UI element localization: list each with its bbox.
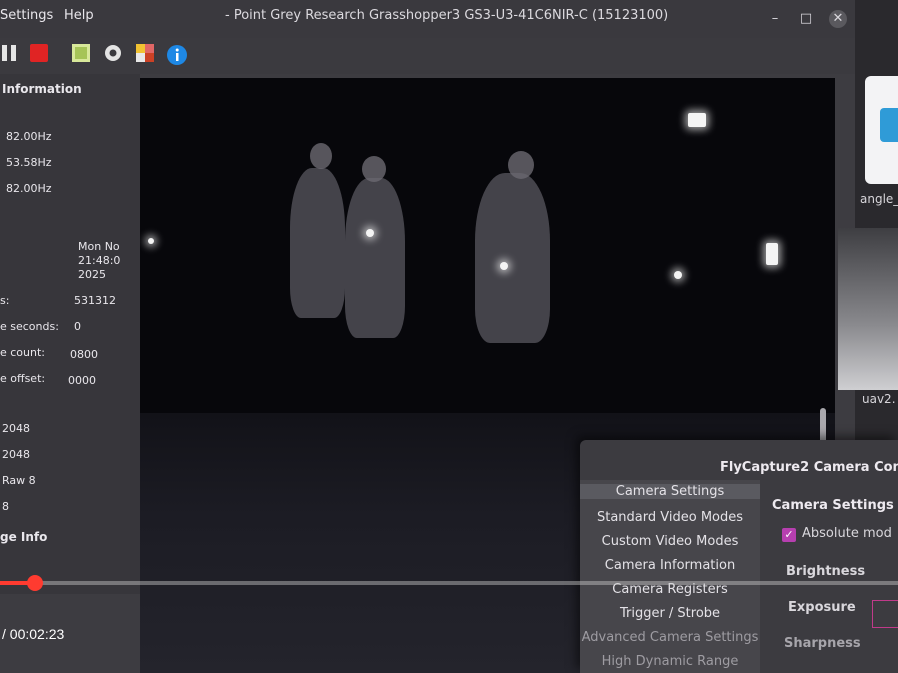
- exposure-value-field[interactable]: [872, 600, 898, 628]
- info-row-label: e count:: [0, 346, 46, 359]
- feed-figure: [290, 168, 345, 318]
- nav-custom-video-modes[interactable]: Custom Video Modes: [580, 534, 760, 549]
- feed-light: [500, 262, 508, 270]
- pause-icon[interactable]: [0, 42, 22, 64]
- dialog-title: FlyCapture2 Camera Cont: [720, 460, 898, 475]
- nav-standard-video-modes[interactable]: Standard Video Modes: [580, 510, 760, 525]
- settings-nav-list: Camera Settings Standard Video Modes Cus…: [580, 480, 760, 673]
- info-row-label: e seconds:: [0, 320, 59, 333]
- feed-figure-head: [508, 151, 534, 179]
- image-height-value: 2048: [2, 448, 30, 461]
- feed-figure-head: [310, 143, 332, 169]
- python-file-icon: [880, 108, 898, 142]
- menu-settings[interactable]: Settings: [0, 8, 53, 23]
- image-icon[interactable]: [70, 42, 92, 64]
- absolute-mode-checkbox[interactable]: ✓: [782, 528, 796, 542]
- close-button[interactable]: ✕: [829, 10, 847, 28]
- stop-icon[interactable]: [28, 42, 50, 64]
- brightness-label: Brightness: [786, 564, 866, 579]
- seek-bar[interactable]: [0, 581, 898, 585]
- feed-figure: [475, 173, 550, 343]
- nav-advanced-camera-settings[interactable]: Advanced Camera Settings: [580, 630, 760, 645]
- feed-light: [366, 229, 374, 237]
- section-image-info: ge Info: [0, 530, 48, 544]
- sharpness-label: Sharpness: [784, 636, 861, 651]
- absolute-mode-label: Absolute mod: [802, 526, 892, 541]
- feed-light: [766, 243, 778, 265]
- camera-settings-group-title: Camera Settings: [772, 498, 894, 513]
- timestamp-line: 21:48:0: [78, 254, 121, 267]
- title-bar: Settings Help - Point Grey Research Gras…: [0, 0, 855, 38]
- rate-value: 82.00Hz: [6, 130, 52, 143]
- histogram-icon[interactable]: [134, 42, 156, 64]
- file-label[interactable]: angle_: [860, 192, 898, 206]
- feed-light: [674, 271, 682, 279]
- pixel-format-value: Raw 8: [2, 474, 36, 487]
- rate-value: 53.58Hz: [6, 156, 52, 169]
- playback-time: / 00:02:23: [2, 626, 65, 642]
- info-row-value: 0800: [70, 348, 98, 361]
- feed-light: [688, 113, 706, 127]
- nav-high-dynamic-range[interactable]: High Dynamic Range: [580, 654, 760, 669]
- minimize-button[interactable]: –: [766, 10, 784, 28]
- nav-camera-settings[interactable]: Camera Settings: [580, 484, 760, 499]
- nav-camera-information[interactable]: Camera Information: [580, 558, 760, 573]
- info-icon[interactable]: [166, 44, 188, 66]
- rate-value: 82.00Hz: [6, 182, 52, 195]
- info-row-label: s:: [0, 294, 10, 307]
- seek-handle[interactable]: [27, 575, 43, 591]
- gear-icon[interactable]: [102, 42, 124, 64]
- file-label[interactable]: uav2.: [862, 392, 896, 406]
- feed-figure-head: [362, 156, 386, 182]
- timestamp-line: 2025: [78, 268, 106, 281]
- camera-info-sidebar: Information 82.00Hz 53.58Hz 82.00Hz Mon …: [0, 74, 140, 594]
- window-title: - Point Grey Research Grasshopper3 GS3-U…: [225, 8, 669, 23]
- feed-figure: [345, 178, 405, 338]
- camera-control-dialog: FlyCapture2 Camera Cont Camera Settings …: [580, 440, 898, 673]
- info-row-value: 531312: [74, 294, 116, 307]
- image-thumbnail[interactable]: [838, 228, 898, 390]
- image-width-value: 2048: [2, 422, 30, 435]
- bit-depth-value: 8: [2, 500, 9, 513]
- feed-light: [148, 238, 154, 244]
- timestamp-line: Mon No: [78, 240, 120, 253]
- toolbar: [0, 38, 855, 74]
- info-row-value: 0000: [68, 374, 96, 387]
- info-row-label: e offset:: [0, 372, 46, 385]
- section-information: Information: [2, 82, 82, 96]
- exposure-label: Exposure: [788, 600, 856, 615]
- info-row-value: 0: [74, 320, 81, 333]
- nav-trigger-strobe[interactable]: Trigger / Strobe: [580, 606, 760, 621]
- maximize-button[interactable]: □: [797, 10, 815, 28]
- menu-help[interactable]: Help: [64, 8, 94, 23]
